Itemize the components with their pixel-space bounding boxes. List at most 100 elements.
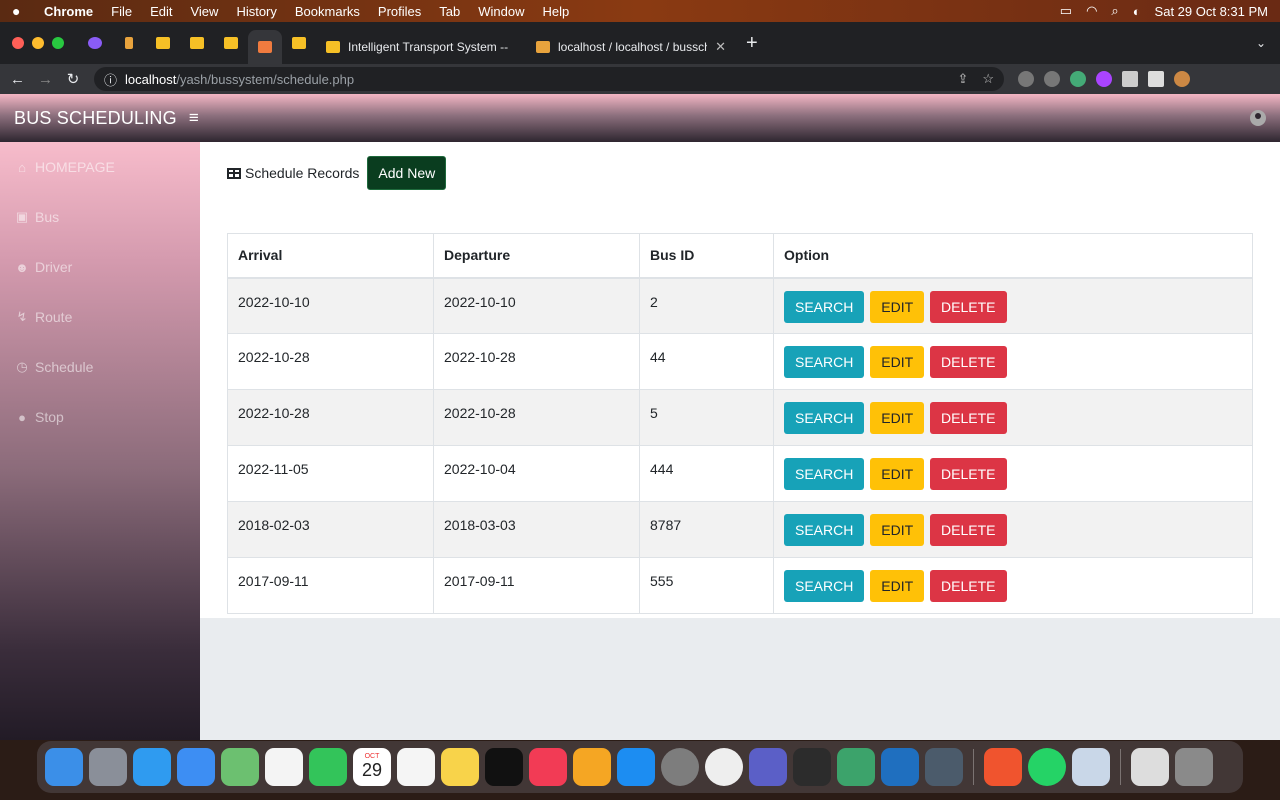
pinned-tab[interactable]	[112, 29, 146, 57]
delete-button[interactable]: DELETE	[930, 514, 1007, 546]
notes-icon[interactable]	[441, 748, 479, 786]
app-store-icon[interactable]	[617, 748, 655, 786]
pinned-tab[interactable]	[282, 29, 316, 57]
edit-button[interactable]: EDIT	[870, 570, 925, 602]
control-center-icon[interactable]: ◐	[1133, 4, 1141, 19]
delete-button[interactable]: DELETE	[930, 402, 1007, 434]
menu-view[interactable]: View	[190, 4, 218, 19]
hamburger-menu-icon[interactable]: ≡	[189, 108, 199, 128]
close-window-button[interactable]	[12, 37, 24, 49]
photos-icon[interactable]	[265, 748, 303, 786]
wifi-icon[interactable]: ◠	[1086, 3, 1097, 19]
sidebar-item-route[interactable]: ↯ Route	[0, 292, 200, 342]
vscode-icon[interactable]	[881, 748, 919, 786]
menu-history[interactable]: History	[236, 4, 276, 19]
address-bar[interactable]: ⓘ localhost/yash/bussystem/schedule.php …	[94, 67, 1004, 91]
edit-button[interactable]: EDIT	[870, 402, 925, 434]
delete-button[interactable]: DELETE	[930, 346, 1007, 378]
extension-icon[interactable]	[1018, 71, 1034, 87]
mail-icon[interactable]	[177, 748, 215, 786]
back-icon[interactable]: ←	[10, 71, 25, 88]
menu-edit[interactable]: Edit	[150, 4, 172, 19]
minimize-window-button[interactable]	[32, 37, 44, 49]
safari-icon[interactable]	[133, 748, 171, 786]
atom-icon[interactable]	[837, 748, 875, 786]
sidebar-item-bus[interactable]: ▣ Bus	[0, 192, 200, 242]
edit-button[interactable]: EDIT	[870, 290, 925, 323]
launchpad-icon[interactable]	[89, 748, 127, 786]
pinned-tab[interactable]	[180, 29, 214, 57]
search-button[interactable]: SEARCH	[784, 514, 865, 546]
chrome-icon[interactable]	[705, 748, 743, 786]
tab-search-chevron-icon[interactable]: ⌄	[1256, 36, 1266, 50]
search-button[interactable]: SEARCH	[784, 458, 865, 490]
tab-phpmyadmin[interactable]: localhost / localhost / bussche ✕	[526, 30, 736, 64]
edit-button[interactable]: EDIT	[870, 514, 925, 546]
menu-profiles[interactable]: Profiles	[378, 4, 421, 19]
menu-file[interactable]: File	[111, 4, 132, 19]
menu-bookmarks[interactable]: Bookmarks	[295, 4, 360, 19]
apple-menu-icon[interactable]: ●	[12, 3, 26, 19]
close-tab-icon[interactable]: ✕	[715, 39, 726, 55]
extension-icon[interactable]	[1070, 71, 1086, 87]
music-icon[interactable]	[529, 748, 567, 786]
reload-icon[interactable]: ↻	[66, 70, 80, 88]
settings-icon[interactable]	[1072, 748, 1110, 786]
edit-button[interactable]: EDIT	[870, 346, 925, 378]
vscode-insiders-icon[interactable]	[793, 748, 831, 786]
share-icon[interactable]: ⇪	[957, 71, 968, 87]
trash-icon[interactable]	[1175, 748, 1213, 786]
search-button[interactable]: SEARCH	[784, 402, 865, 434]
system-preferences-icon[interactable]	[661, 748, 699, 786]
tab-intelligent-transport[interactable]: Intelligent Transport System --	[316, 30, 526, 64]
pinned-tab[interactable]	[214, 29, 248, 57]
sidebar-item-homepage[interactable]: ⌂ HOMEPAGE	[0, 142, 200, 192]
whatsapp-icon[interactable]	[1028, 748, 1066, 786]
puzzle-icon[interactable]	[1122, 71, 1138, 87]
brand-title[interactable]: BUS SCHEDULING	[14, 108, 177, 129]
search-button[interactable]: SEARCH	[784, 570, 865, 602]
info-icon[interactable]: ⓘ	[104, 70, 117, 89]
bookmark-star-icon[interactable]: ☆	[982, 71, 994, 87]
extension-icon[interactable]	[1096, 71, 1112, 87]
search-button[interactable]: SEARCH	[784, 290, 865, 323]
user-icon[interactable]	[1250, 110, 1266, 126]
delete-button[interactable]: DELETE	[930, 458, 1007, 490]
pages-icon[interactable]	[573, 748, 611, 786]
sidebar-item-driver[interactable]: ☻ Driver	[0, 242, 200, 292]
sidebar-item-schedule[interactable]: ◷ Schedule	[0, 342, 200, 392]
forward-icon[interactable]: →	[38, 71, 53, 88]
edit-button[interactable]: EDIT	[870, 458, 925, 490]
reminders-icon[interactable]	[397, 748, 435, 786]
downloads-stack-icon[interactable]	[1131, 748, 1169, 786]
menu-help[interactable]: Help	[543, 4, 570, 19]
delete-button[interactable]: DELETE	[930, 290, 1007, 323]
sidepanel-icon[interactable]	[1148, 71, 1164, 87]
delete-button[interactable]: DELETE	[930, 570, 1007, 602]
facetime-icon[interactable]	[309, 748, 347, 786]
search-button[interactable]: SEARCH	[784, 346, 865, 378]
maximize-window-button[interactable]	[52, 37, 64, 49]
xampp-icon[interactable]	[925, 748, 963, 786]
map-marker-icon: ●	[18, 409, 26, 425]
battery-icon[interactable]: ▭	[1060, 3, 1072, 19]
pinned-tab[interactable]	[78, 29, 112, 57]
finder-icon[interactable]	[45, 748, 83, 786]
sidebar-item-stop[interactable]: ● Stop	[0, 392, 200, 442]
clock[interactable]: Sat 29 Oct 8:31 PM	[1155, 4, 1268, 19]
menu-tab[interactable]: Tab	[439, 4, 460, 19]
maps-icon[interactable]	[221, 748, 259, 786]
add-new-button[interactable]: Add New	[367, 156, 447, 190]
menu-window[interactable]: Window	[478, 4, 524, 19]
new-tab-button[interactable]: +	[746, 32, 758, 55]
calendar-icon[interactable]: OCT 29	[353, 748, 391, 786]
pinned-tab[interactable]	[146, 29, 180, 57]
teams-icon[interactable]	[749, 748, 787, 786]
search-icon[interactable]: ⌕	[1111, 3, 1118, 19]
brave-icon[interactable]	[984, 748, 1022, 786]
menu-app-name[interactable]: Chrome	[44, 4, 93, 19]
profile-avatar[interactable]	[1174, 71, 1190, 87]
active-tab[interactable]	[248, 30, 282, 64]
apple-tv-icon[interactable]	[485, 748, 523, 786]
extension-icon[interactable]	[1044, 71, 1060, 87]
